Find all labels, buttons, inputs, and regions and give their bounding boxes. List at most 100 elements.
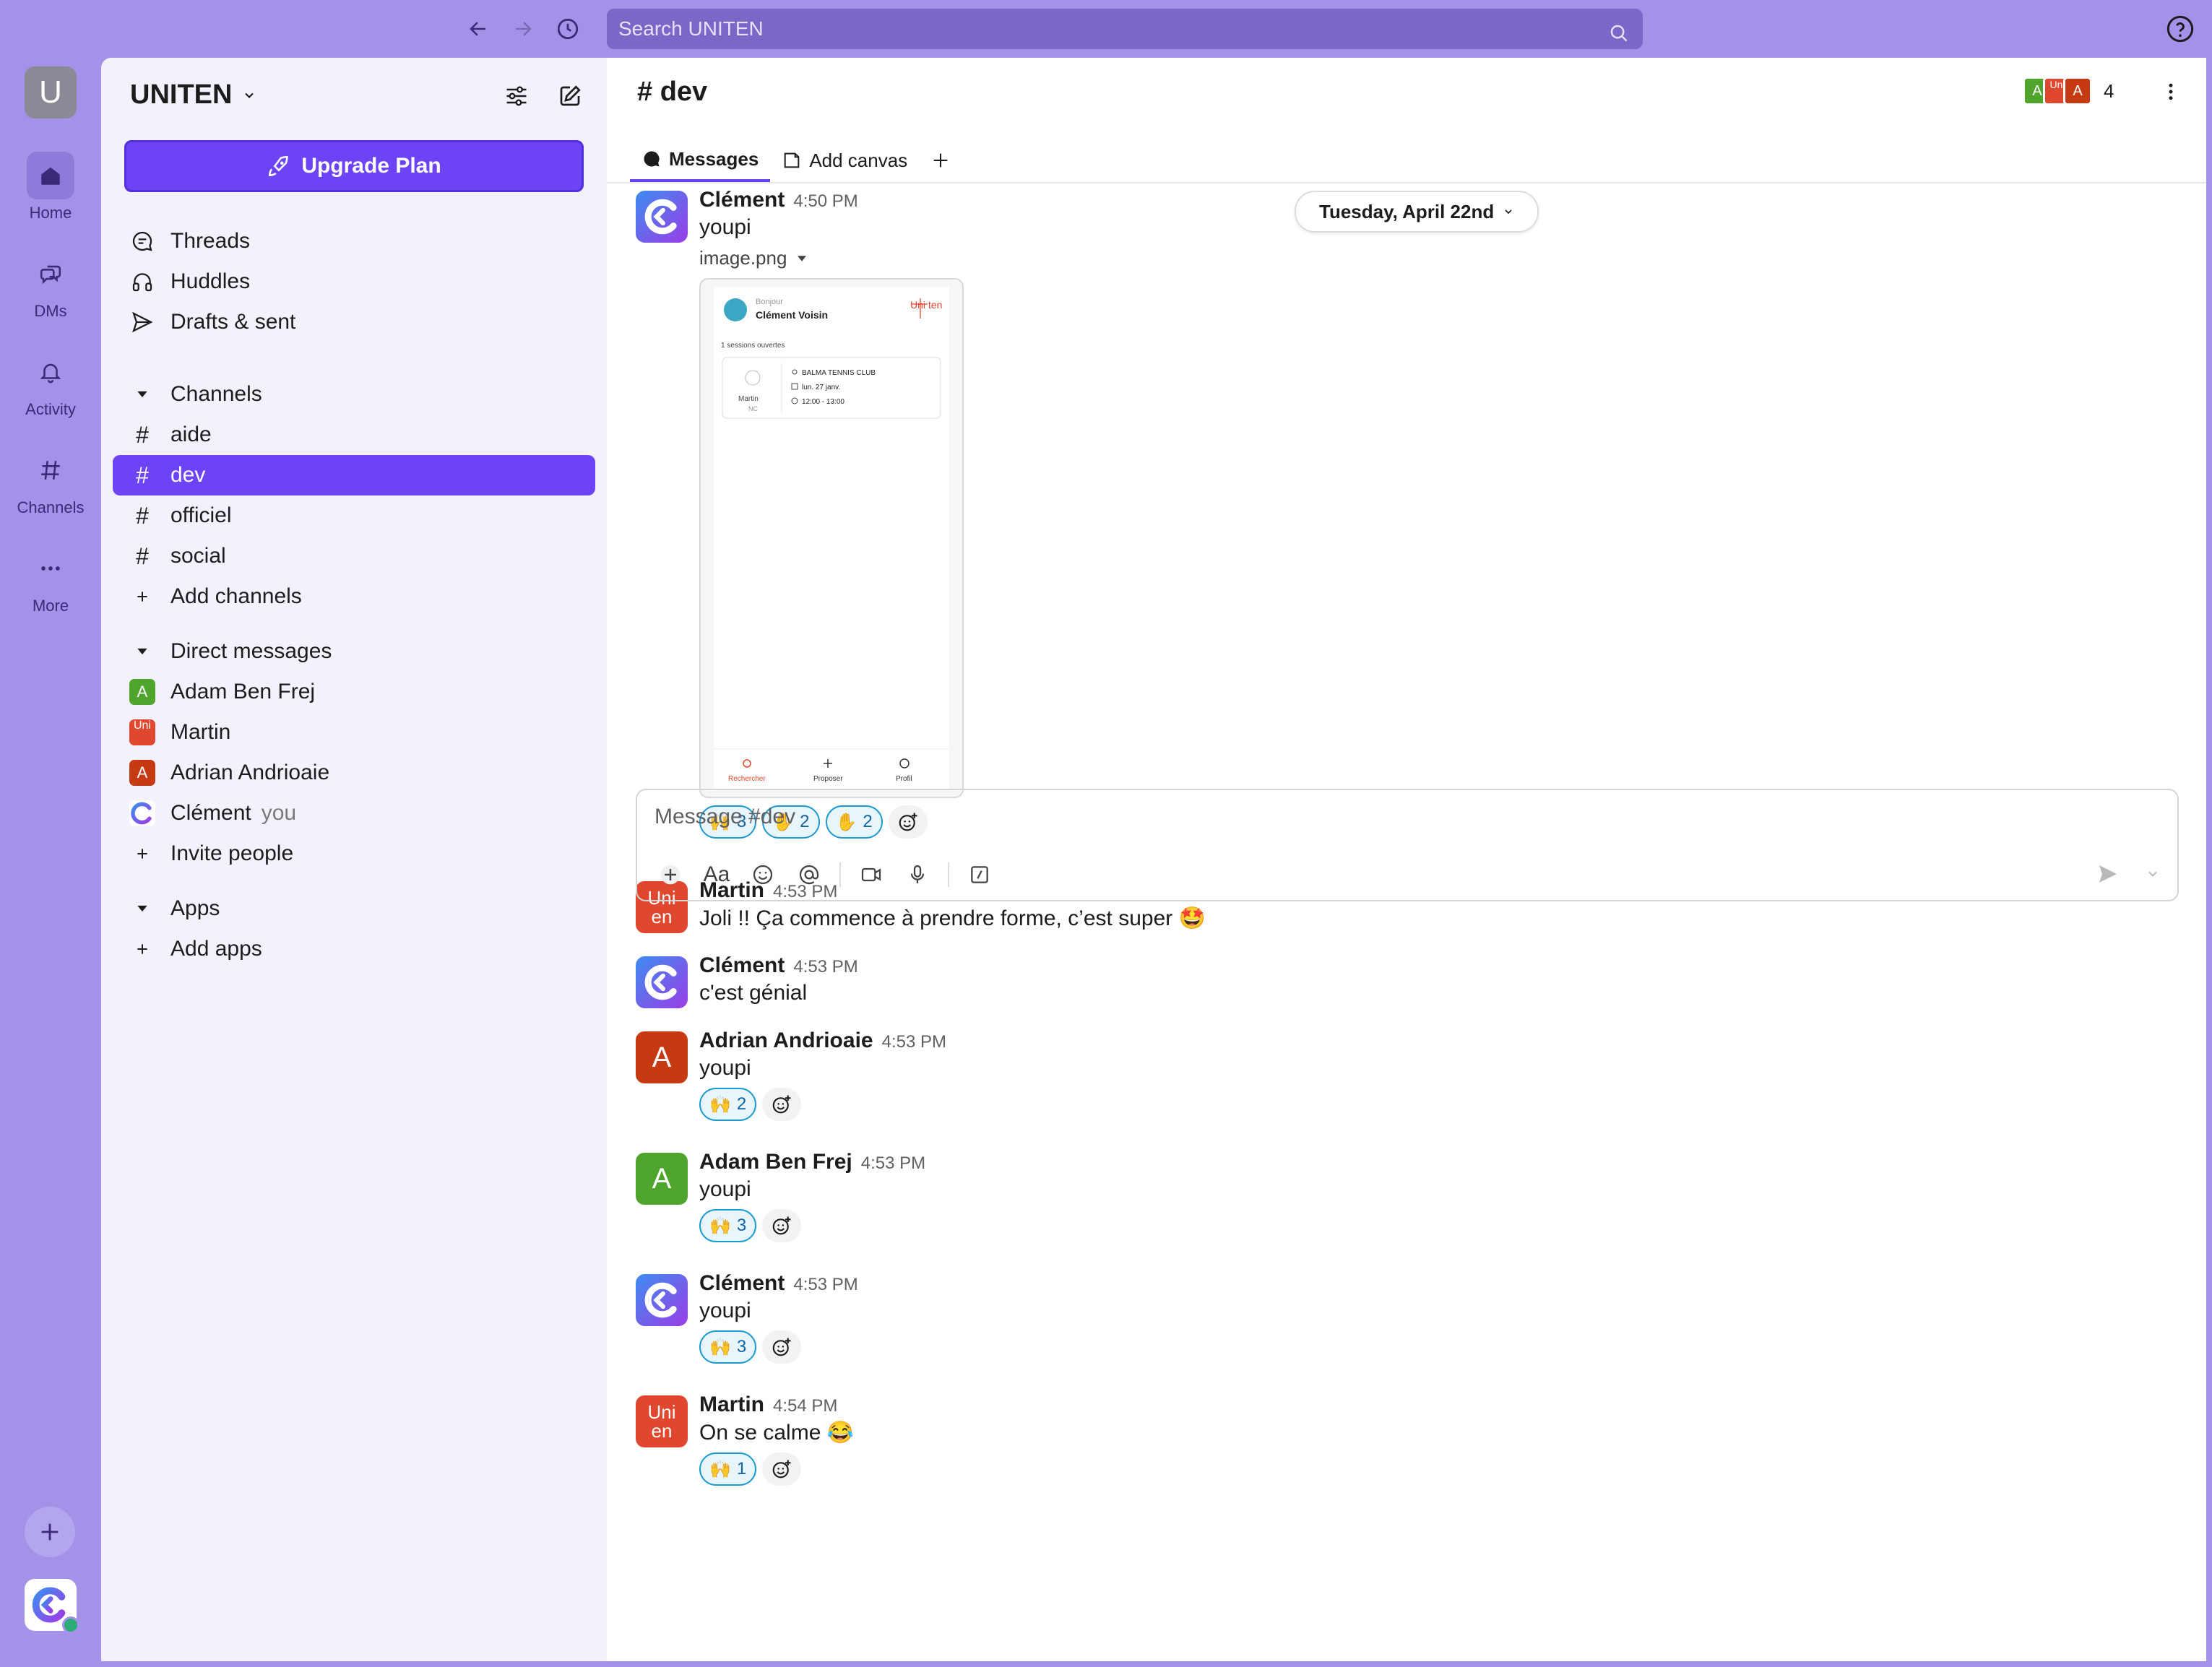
- rail-channels-label: Channels: [17, 498, 85, 516]
- author-name[interactable]: Adrian Andrioaie: [699, 1029, 873, 1052]
- reaction-pill[interactable]: 🙌 3: [699, 1209, 757, 1242]
- format-text-button[interactable]: Aa: [696, 857, 737, 893]
- compose-icon[interactable]: [552, 78, 588, 114]
- emoji-icon[interactable]: [743, 857, 783, 893]
- attach-plus-icon[interactable]: [650, 857, 691, 893]
- sidebar-item-drafts[interactable]: Drafts & sent: [113, 302, 595, 342]
- search-input[interactable]: Search UNITEN: [607, 9, 1643, 49]
- message-composer[interactable]: Message #dev Aa: [636, 789, 2179, 901]
- add-reaction-icon[interactable]: [762, 1330, 802, 1364]
- member-list-button[interactable]: A Uni A 4: [2023, 74, 2114, 108]
- add-reaction-icon[interactable]: [762, 1209, 802, 1242]
- chevron-down-icon[interactable]: [2146, 867, 2160, 885]
- plus-icon: [126, 847, 159, 861]
- invite-people-button[interactable]: Invite people: [113, 834, 595, 874]
- workspace-menu[interactable]: UNITEN: [130, 79, 256, 111]
- caret-down-icon: [798, 255, 807, 261]
- sidebar-item-officiel[interactable]: # officiel: [113, 495, 595, 536]
- reaction-count: 3: [736, 1337, 747, 1356]
- plus-icon: [126, 589, 159, 604]
- dm-item-adam[interactable]: A Adam Ben Frej: [113, 672, 595, 712]
- timestamp[interactable]: 4:53 PM: [793, 1275, 857, 1294]
- dm-label: Clément: [170, 801, 251, 825]
- preview-nav-search: Rechercher: [728, 775, 766, 783]
- channels-section-header[interactable]: Channels: [113, 374, 595, 415]
- tab-add-canvas[interactable]: Add canvas: [770, 139, 919, 182]
- microphone-icon[interactable]: [897, 857, 938, 893]
- help-icon[interactable]: [2166, 14, 2195, 47]
- add-workspace-button[interactable]: [25, 1507, 75, 1557]
- timestamp[interactable]: 4:50 PM: [793, 191, 857, 211]
- member-count: 4: [2104, 79, 2114, 102]
- dm-section-header[interactable]: Direct messages: [113, 631, 595, 672]
- author-name[interactable]: Martin: [699, 1393, 764, 1416]
- app-logo-icon: [126, 800, 159, 826]
- preview-nav-propose: Proposer: [813, 775, 843, 783]
- sidebar-item-label: Drafts & sent: [170, 310, 296, 334]
- video-icon[interactable]: [851, 857, 891, 893]
- add-tab-button[interactable]: [919, 139, 962, 182]
- rail-home-label: Home: [29, 204, 72, 222]
- add-apps-button[interactable]: Add apps: [113, 929, 595, 969]
- upgrade-plan-button[interactable]: Upgrade Plan: [124, 140, 584, 192]
- app-screenshot-preview: Bonjour Clément Voisin Uni ten 1 session…: [714, 287, 949, 789]
- kebab-menu-icon[interactable]: [2160, 81, 2182, 106]
- forward-arrow-icon[interactable]: [507, 13, 539, 45]
- reaction-emoji: 🙌: [709, 1459, 731, 1479]
- channel-title[interactable]: # dev: [637, 77, 707, 108]
- reactions: 🙌 1: [699, 1452, 854, 1486]
- user-avatar[interactable]: [25, 1579, 79, 1634]
- timestamp[interactable]: 4:53 PM: [861, 1153, 925, 1173]
- mention-icon[interactable]: [789, 857, 829, 893]
- channel-label: dev: [170, 463, 206, 487]
- apps-section-header[interactable]: Apps: [113, 888, 595, 929]
- sidebar-item-social[interactable]: # social: [113, 536, 595, 576]
- rail-more[interactable]: More: [0, 545, 101, 615]
- reaction-emoji: 🙌: [709, 1337, 731, 1357]
- preview-date: lun. 27 janv.: [802, 384, 840, 391]
- message-text: youpi: [699, 1056, 751, 1080]
- author-name[interactable]: Adam Ben Frej: [699, 1150, 852, 1174]
- dm-item-martin[interactable]: Uni Martin: [113, 712, 595, 753]
- sidebar-item-dev[interactable]: # dev: [113, 455, 595, 495]
- add-channels-button[interactable]: Add channels: [113, 576, 595, 617]
- sidebar-item-threads[interactable]: Threads: [113, 221, 595, 261]
- timestamp[interactable]: 4:53 PM: [793, 957, 857, 977]
- rail-home[interactable]: Home: [0, 152, 101, 222]
- headphones-icon: [126, 270, 159, 293]
- filter-sliders-icon[interactable]: [498, 78, 535, 114]
- author-name[interactable]: Clément: [699, 188, 785, 212]
- workspace-avatar[interactable]: U: [25, 66, 77, 118]
- back-arrow-icon[interactable]: [462, 13, 494, 45]
- dm-item-adrian[interactable]: A Adrian Andrioaie: [113, 753, 595, 793]
- timestamp[interactable]: 4:54 PM: [773, 1396, 837, 1416]
- divider: [607, 182, 2206, 183]
- file-toggle[interactable]: image.png: [699, 247, 964, 269]
- author-name[interactable]: Clément: [699, 953, 785, 977]
- rail-channels[interactable]: Channels: [0, 446, 101, 517]
- reaction-pill[interactable]: 🙌 1: [699, 1452, 757, 1486]
- chevron-down-icon: [245, 92, 254, 98]
- composer-placeholder: Message #dev: [654, 805, 796, 828]
- add-reaction-icon[interactable]: [762, 1452, 802, 1486]
- rail-dms-label: DMs: [34, 302, 67, 320]
- member-avatar: A: [2063, 77, 2092, 105]
- tab-messages[interactable]: Messages: [630, 139, 771, 182]
- reaction-pill[interactable]: 🙌 2: [699, 1088, 757, 1121]
- history-clock-icon[interactable]: [552, 13, 584, 45]
- preview-club: BALMA TENNIS CLUB: [802, 369, 876, 377]
- slash-command-icon[interactable]: [959, 857, 1000, 893]
- reaction-pill[interactable]: 🙌 3: [699, 1330, 757, 1364]
- dm-item-clement[interactable]: Clément you: [113, 793, 595, 834]
- author-name[interactable]: Clément: [699, 1271, 785, 1295]
- sidebar-item-huddles[interactable]: Huddles: [113, 261, 595, 302]
- date-divider[interactable]: Tuesday, April 22nd: [1295, 191, 1539, 233]
- image-attachment[interactable]: Bonjour Clément Voisin Uni ten 1 session…: [699, 278, 964, 798]
- rail-activity[interactable]: Activity: [0, 348, 101, 419]
- sidebar-item-aide[interactable]: # aide: [113, 415, 595, 455]
- avatar: Uni en: [636, 1395, 688, 1447]
- timestamp[interactable]: 4:53 PM: [882, 1032, 946, 1052]
- rail-dms[interactable]: DMs: [0, 250, 101, 321]
- add-reaction-icon[interactable]: [762, 1088, 802, 1121]
- send-icon[interactable]: [2096, 862, 2120, 889]
